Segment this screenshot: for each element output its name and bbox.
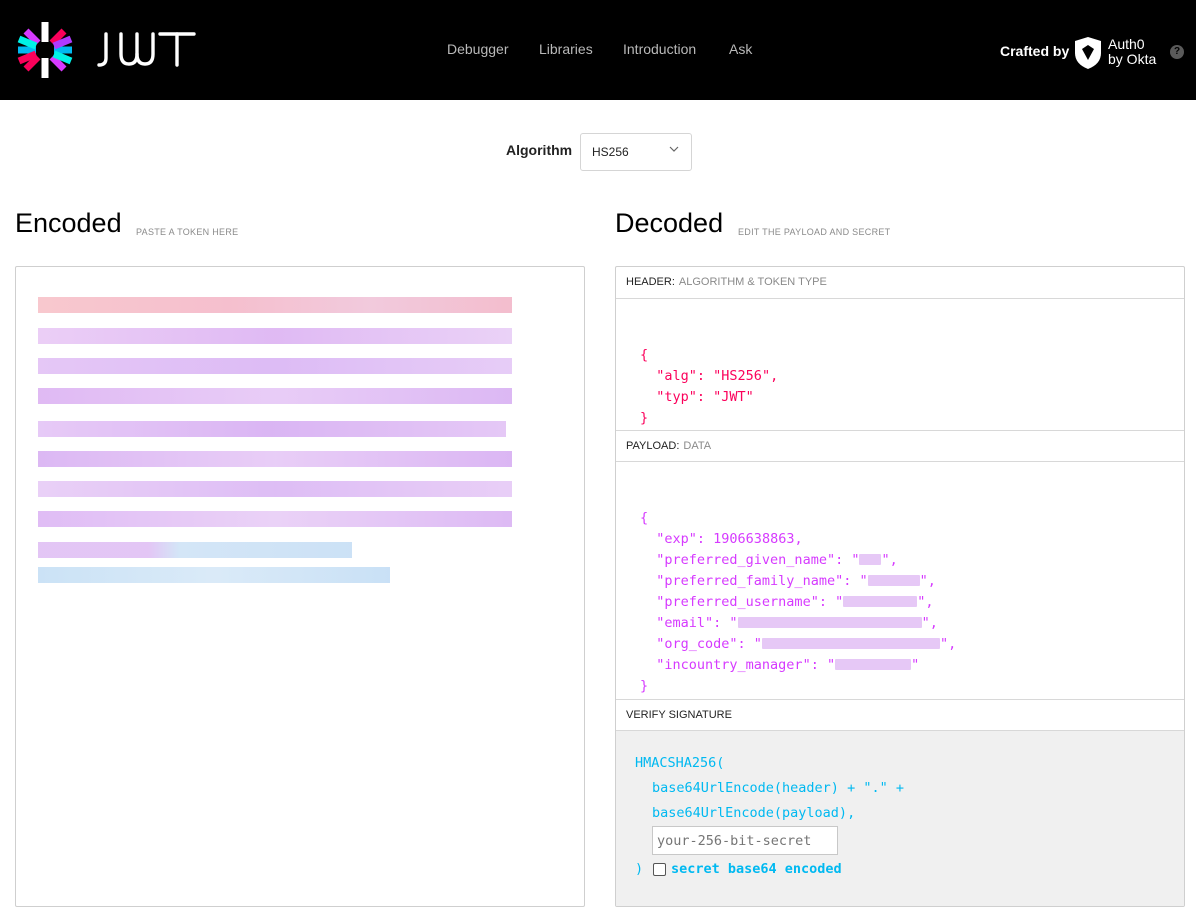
json-key: "alg" — [656, 368, 697, 384]
auth0-shield-icon[interactable] — [1073, 36, 1103, 70]
redacted-value — [867, 575, 920, 586]
token-line-redacted — [38, 567, 390, 583]
secret-input[interactable] — [652, 826, 838, 855]
json-key: "preferred_given_name" — [656, 552, 836, 568]
json-value: "HS256" — [713, 368, 771, 384]
token-line-redacted — [38, 481, 512, 497]
auth0-by-okta-link[interactable]: Auth0 by Okta — [1108, 37, 1156, 67]
json-key: "incountry_manager" — [656, 657, 811, 673]
algorithm-select[interactable]: HS256 — [580, 133, 692, 171]
json-brace: { — [640, 347, 649, 363]
encoded-hint: PASTE A TOKEN HERE — [136, 227, 239, 237]
nav-link-debugger[interactable]: Debugger — [447, 41, 509, 57]
encoded-token-textarea[interactable] — [15, 266, 585, 907]
payload-section-title: PAYLOAD: DATA — [616, 430, 1184, 462]
json-brace: } — [640, 410, 649, 426]
token-line-redacted — [38, 358, 512, 374]
token-line-redacted — [38, 511, 512, 527]
redacted-value — [835, 659, 912, 670]
json-key: "org_code" — [656, 636, 738, 652]
jwt-wordmark[interactable] — [94, 24, 198, 72]
decoded-hint: EDIT THE PAYLOAD AND SECRET — [738, 227, 891, 237]
nav-link-introduction[interactable]: Introduction — [623, 41, 696, 57]
redacted-value — [859, 554, 882, 565]
crafted-by-label: Crafted by — [1000, 43, 1070, 59]
token-line-redacted — [38, 297, 512, 313]
redacted-value — [737, 617, 922, 628]
token-line-redacted — [38, 328, 512, 344]
secret-base64-label[interactable]: secret base64 encoded — [671, 861, 842, 877]
header-sublabel: ALGORITHM & TOKEN TYPE — [678, 276, 827, 288]
json-key: "typ" — [656, 389, 697, 405]
redacted-value — [761, 638, 940, 649]
signature-close-paren: ) — [635, 861, 644, 877]
header-json-editor[interactable]: { "alg": "HS256", "typ": "JWT"} — [640, 324, 778, 429]
signature-line-payload: base64UrlEncode(payload), — [652, 805, 856, 821]
nav-link-libraries[interactable]: Libraries — [539, 41, 593, 57]
decoded-title: Decoded — [615, 208, 724, 238]
json-brace: } — [640, 678, 649, 694]
signature-function: HMACSHA256( — [635, 755, 725, 771]
auth0-label: Auth0 — [1108, 36, 1145, 52]
token-line-redacted — [38, 421, 506, 437]
json-value: 1906638863 — [713, 531, 795, 547]
json-value: "JWT" — [713, 389, 754, 405]
json-key: "preferred_username" — [656, 594, 819, 610]
header-section-title: HEADER: ALGORITHM & TOKEN TYPE — [616, 267, 1184, 299]
payload-label: PAYLOAD: — [626, 440, 680, 452]
algorithm-selected-value: HS256 — [592, 145, 629, 159]
by-okta-label: by Okta — [1108, 51, 1157, 67]
verify-signature-label: VERIFY SIGNATURE — [626, 709, 732, 721]
jwt-logo-icon[interactable] — [14, 20, 76, 80]
signature-line-header: base64UrlEncode(header) + "." + — [652, 780, 904, 796]
nav-link-ask[interactable]: Ask — [729, 41, 752, 57]
json-key: "exp" — [656, 531, 697, 547]
help-icon[interactable]: ? — [1170, 45, 1184, 59]
verify-signature-section-title: VERIFY SIGNATURE — [616, 699, 1184, 731]
encoded-title: Encoded — [15, 208, 122, 238]
payload-sublabel: DATA — [683, 440, 712, 452]
json-key: "preferred_family_name" — [656, 573, 844, 589]
algorithm-label: Algorithm — [506, 142, 573, 158]
payload-json-editor[interactable]: { "exp": 1906638863, "preferred_given_na… — [640, 487, 956, 697]
token-line-redacted — [38, 542, 352, 558]
verify-signature-editor: HMACSHA256( base64UrlEncode(header) + ".… — [616, 731, 1184, 906]
token-line-redacted — [38, 451, 512, 467]
header-label: HEADER: — [626, 276, 675, 288]
top-navbar: Debugger Libraries Introduction Ask Craf… — [0, 0, 1196, 100]
secret-base64-checkbox[interactable] — [653, 863, 666, 876]
decoded-panel: HEADER: ALGORITHM & TOKEN TYPE { "alg": "… — [615, 266, 1185, 907]
json-brace: { — [640, 510, 649, 526]
json-key: "email" — [656, 615, 714, 631]
chevron-down-icon — [669, 146, 679, 152]
token-line-redacted — [38, 388, 512, 404]
redacted-value — [843, 596, 918, 607]
